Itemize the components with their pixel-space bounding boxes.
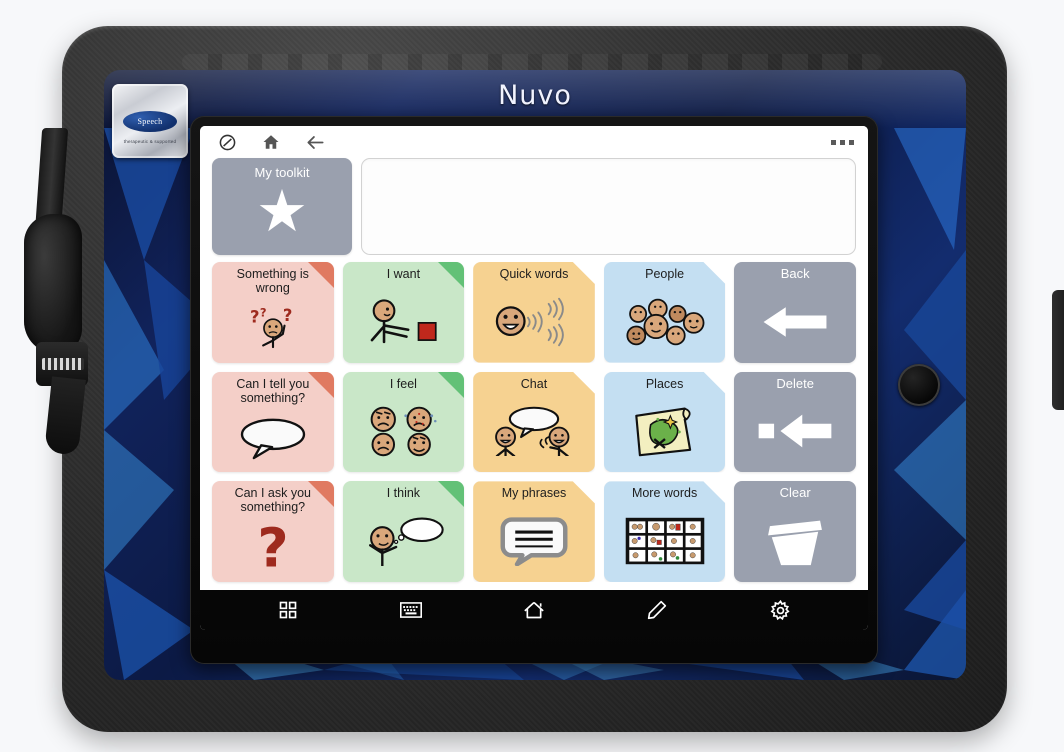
- confused-person-icon: ? ? ?: [212, 295, 334, 363]
- back-arrow-icon[interactable]: [302, 129, 328, 155]
- strap-pad: [24, 214, 82, 354]
- cell-people[interactable]: People: [604, 262, 726, 363]
- screenshot-root: Nuvo Speech therapeutic & supported My t…: [0, 0, 1064, 752]
- cell-label: Places: [645, 376, 684, 391]
- mute-circle-icon[interactable]: [214, 129, 240, 155]
- case-shell: Nuvo Speech therapeutic & supported My t…: [104, 70, 966, 680]
- tablet-screen: My toolkit ★ Something is wrong ? ? ? I …: [200, 126, 868, 630]
- cell-i-think[interactable]: I think: [342, 481, 465, 582]
- my-toolkit-label: My toolkit: [254, 165, 310, 180]
- app-toolbar: [200, 126, 868, 158]
- thinking-person-icon: [343, 500, 465, 582]
- svg-text:?: ?: [250, 307, 260, 326]
- pencil-icon[interactable]: [644, 597, 670, 623]
- question-mark-icon: ?: [212, 514, 334, 582]
- cell-label: Delete: [776, 375, 814, 391]
- cell-label: Can I ask you something?: [234, 486, 312, 515]
- svg-text:?: ?: [260, 306, 267, 320]
- apps-grid-icon[interactable]: [275, 597, 301, 623]
- tablet-home-button[interactable]: [898, 364, 940, 406]
- cell-more-words[interactable]: More words: [604, 481, 726, 582]
- cell-label: I feel: [389, 376, 417, 391]
- message-bar[interactable]: [361, 158, 856, 255]
- cell-i-feel[interactable]: I feel: [342, 371, 465, 473]
- trash-bin-icon: [734, 500, 856, 582]
- corner-fold: [438, 371, 465, 398]
- badge-logo-text: Speech: [137, 116, 163, 126]
- badge-oval-logo: Speech: [123, 110, 177, 132]
- settings-gear-icon[interactable]: [767, 597, 793, 623]
- cell-places[interactable]: Places: [604, 372, 726, 473]
- cell-something-is-wrong[interactable]: Something is wrong ? ? ?: [212, 262, 334, 363]
- cell-label: My phrases: [501, 486, 567, 501]
- cell-chat[interactable]: Chat: [473, 372, 595, 473]
- cell-label: I want: [386, 267, 421, 281]
- corner-fold: [438, 481, 465, 508]
- star-icon: ★: [256, 179, 308, 244]
- symbol-grid: Something is wrong ? ? ? I want Quick wo…: [200, 262, 868, 590]
- my-toolkit-button[interactable]: My toolkit ★: [212, 158, 352, 255]
- cell-back[interactable]: Back: [734, 262, 856, 363]
- person-pointing-icon: [343, 281, 465, 363]
- cell-clear[interactable]: Clear: [734, 481, 856, 582]
- treasure-map-icon: [604, 391, 726, 473]
- tablet-bezel: My toolkit ★ Something is wrong ? ? ? I …: [190, 116, 940, 664]
- symbol-grid-icon: [604, 500, 726, 582]
- cell-can-i-tell-you-something[interactable]: Can I tell you something?: [212, 371, 334, 473]
- more-options-icon[interactable]: [831, 139, 854, 145]
- keyboard-icon[interactable]: [398, 597, 424, 623]
- cell-label: Can I tell you something?: [236, 376, 310, 405]
- home-icon[interactable]: [258, 129, 284, 155]
- left-arrow-icon: [734, 281, 856, 363]
- case-top-ridges: [182, 54, 882, 70]
- talking-face-icon: [473, 281, 595, 363]
- cell-quick-words[interactable]: Quick words: [473, 262, 595, 363]
- cell-i-want[interactable]: I want: [342, 262, 465, 363]
- cell-my-phrases[interactable]: My phrases: [473, 481, 595, 582]
- four-emotion-faces-icon: [343, 391, 465, 473]
- backspace-icon: [734, 391, 856, 473]
- carry-strap: [22, 128, 88, 456]
- cell-label: Clear: [779, 485, 811, 501]
- cell-label: People: [645, 267, 685, 281]
- top-row: My toolkit ★: [200, 158, 868, 262]
- device-navbar: [200, 590, 868, 630]
- home-outline-icon[interactable]: [521, 597, 547, 623]
- cell-label: More words: [631, 486, 698, 501]
- svg-text:?: ?: [283, 306, 293, 325]
- lined-speech-bubble-icon: [473, 500, 595, 582]
- two-people-talking-icon: [473, 391, 595, 473]
- badge-tagline: therapeutic & supported: [123, 139, 177, 144]
- cell-label: Back: [780, 266, 810, 281]
- brand-logo: Nuvo: [498, 80, 572, 111]
- cell-can-i-ask-you-something[interactable]: Can I ask you something? ?: [212, 481, 334, 582]
- speech-bubble-icon: [212, 405, 334, 473]
- cell-label: I think: [386, 486, 421, 501]
- case-side-tab: [1052, 290, 1064, 410]
- group-of-faces-icon: [604, 281, 726, 363]
- cell-label: Chat: [520, 376, 548, 391]
- manufacturer-badge: Speech therapeutic & supported: [112, 84, 188, 158]
- cell-label: Quick words: [499, 267, 569, 281]
- corner-fold: [438, 262, 465, 288]
- cell-label: Something is wrong: [236, 267, 309, 295]
- cell-delete[interactable]: Delete: [734, 371, 856, 473]
- svg-text:?: ?: [257, 522, 288, 574]
